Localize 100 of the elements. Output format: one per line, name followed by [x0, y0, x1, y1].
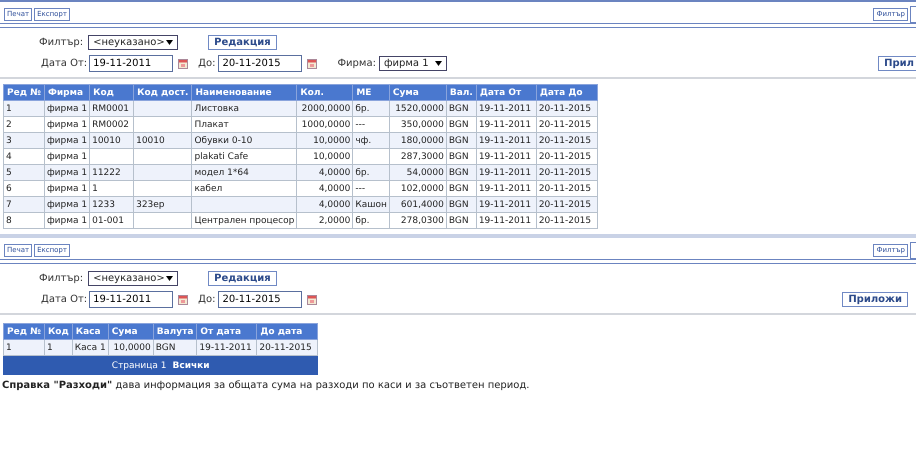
column-header[interactable]: Ред №: [4, 84, 44, 100]
table-cell: 3: [6, 136, 12, 146]
date-to-label: До:: [198, 294, 216, 305]
caret-icon: [166, 276, 174, 281]
column-header[interactable]: Кол.: [296, 84, 353, 100]
firm-dropdown[interactable]: фирма 1: [378, 56, 447, 71]
date-to-field[interactable]: 20-11-2015: [218, 55, 302, 72]
table-cell: 19-11-2011: [478, 136, 532, 146]
table-cell: 20-11-2015: [538, 104, 592, 114]
edit-button[interactable]: Редакция: [208, 35, 277, 50]
table-cell: 19-11-2011: [478, 216, 532, 226]
calendar-icon[interactable]: [307, 294, 318, 304]
table-cell: BGN: [448, 136, 469, 146]
table-cell: Кашон: [355, 200, 387, 210]
table-cell: 7: [6, 200, 12, 210]
table-cell: 20-11-2015: [538, 200, 592, 210]
column-header[interactable]: До дата: [256, 324, 318, 340]
table-cell: фирма 1: [46, 168, 88, 178]
table-cell: 19-11-2011: [478, 104, 532, 114]
table-cell: фирма 1: [46, 216, 88, 226]
column-header[interactable]: Вал.: [446, 84, 476, 100]
filter-label: Филтър:: [39, 37, 84, 48]
date-from-field[interactable]: 19-11-2011: [89, 55, 174, 72]
table-cell: 2,0000: [318, 216, 350, 226]
column-header[interactable]: Валута: [153, 324, 197, 340]
table-cell: 180,0000: [400, 136, 444, 146]
column-header[interactable]: Дата До: [536, 84, 598, 100]
table-cell: Обувки 0-10: [194, 136, 252, 146]
date-to-field[interactable]: 20-11-2015: [218, 291, 302, 308]
calendar-icon[interactable]: [178, 58, 188, 68]
page-indicator: Страница 1: [112, 360, 166, 370]
table-cell: 1: [46, 342, 53, 352]
column-header[interactable]: МЕ: [352, 84, 390, 100]
column-header[interactable]: От дата: [196, 324, 257, 340]
column-header[interactable]: Код дост.: [134, 84, 192, 100]
table-cell: Листовка: [194, 104, 240, 114]
table-cell: 20-11-2015: [538, 216, 592, 226]
date-from-label: Дата От:: [41, 58, 88, 69]
table-cell: кабел: [194, 184, 222, 194]
table-cell: 19-11-2011: [478, 184, 532, 194]
edit-button[interactable]: Редакция: [208, 271, 277, 286]
table-cell: фирма 1: [46, 200, 88, 210]
table-cell: 10010: [136, 136, 165, 146]
date-from-label: Дата От:: [41, 294, 88, 305]
column-header[interactable]: Код: [90, 84, 134, 100]
table-cell: BGN: [448, 200, 469, 210]
table-cell: 20-11-2015: [538, 152, 592, 162]
table-cell: чф.: [355, 136, 372, 146]
column-header[interactable]: Каса: [72, 324, 108, 340]
table-cell: бр.: [355, 104, 370, 114]
date-to-label: До:: [198, 58, 216, 69]
column-header[interactable]: Наименование: [192, 84, 297, 100]
table-cell: BGN: [448, 152, 469, 162]
table-cell: 8: [6, 216, 12, 226]
column-header[interactable]: Ред №: [4, 324, 44, 340]
table-cell: BGN: [156, 342, 176, 352]
table-cell: 2: [6, 120, 12, 130]
table-cell: 4: [6, 152, 12, 162]
table-cell: 10010: [92, 136, 121, 146]
show-all-link[interactable]: Всички: [172, 360, 210, 370]
table-cell: 10,0000: [313, 152, 350, 162]
column-header[interactable]: Сума: [108, 324, 154, 340]
table-cell: Централен процесор: [194, 216, 294, 226]
apply-button[interactable]: Прил: [878, 56, 916, 71]
table-cell: 1: [92, 184, 98, 194]
table-cell: ---: [355, 120, 366, 130]
column-header[interactable]: Код: [44, 324, 72, 340]
column-header[interactable]: Дата От: [476, 84, 536, 100]
table-cell: бр.: [355, 216, 370, 226]
date-from-field[interactable]: 19-11-2011: [89, 291, 174, 308]
table-cell: 19-11-2011: [478, 168, 532, 178]
table-cell: ---: [355, 184, 366, 194]
table-cell: 10,0000: [114, 342, 151, 352]
table-cell: 19-11-2011: [199, 342, 252, 352]
table-cell: 19-11-2011: [478, 120, 532, 130]
table-cell: фирма 1: [46, 152, 88, 162]
table-cell: 20-11-2015: [538, 184, 592, 194]
apply-button[interactable]: Приложи: [842, 292, 908, 307]
calendar-icon[interactable]: [178, 294, 188, 304]
table-cell: фирма 1: [46, 184, 88, 194]
column-header[interactable]: Фирма: [44, 84, 90, 100]
filter-dropdown[interactable]: <неуказано>: [88, 35, 178, 50]
caret-icon: [166, 40, 174, 45]
calendar-icon[interactable]: [307, 58, 318, 68]
table-cell: BGN: [448, 120, 469, 130]
table-cell: BGN: [448, 216, 469, 226]
table-cell: бр.: [355, 168, 370, 178]
table-cell: 19-11-2011: [478, 152, 532, 162]
filter-dropdown[interactable]: <неуказано>: [88, 271, 178, 286]
filter-label: Филтър:: [39, 273, 84, 284]
column-header[interactable]: Сума: [389, 84, 446, 100]
table-cell: модел 1*64: [194, 168, 249, 178]
table-cell: 5: [6, 168, 12, 178]
table-cell: 287,3000: [400, 152, 444, 162]
table-cell: BGN: [448, 104, 469, 114]
table-cell: 1000,0000: [302, 120, 350, 130]
table-cell: RM0001: [92, 104, 130, 114]
table-cell: 323ер: [136, 200, 165, 210]
table-cell: 1233: [92, 200, 115, 210]
table-cell: RM0002: [92, 120, 130, 130]
